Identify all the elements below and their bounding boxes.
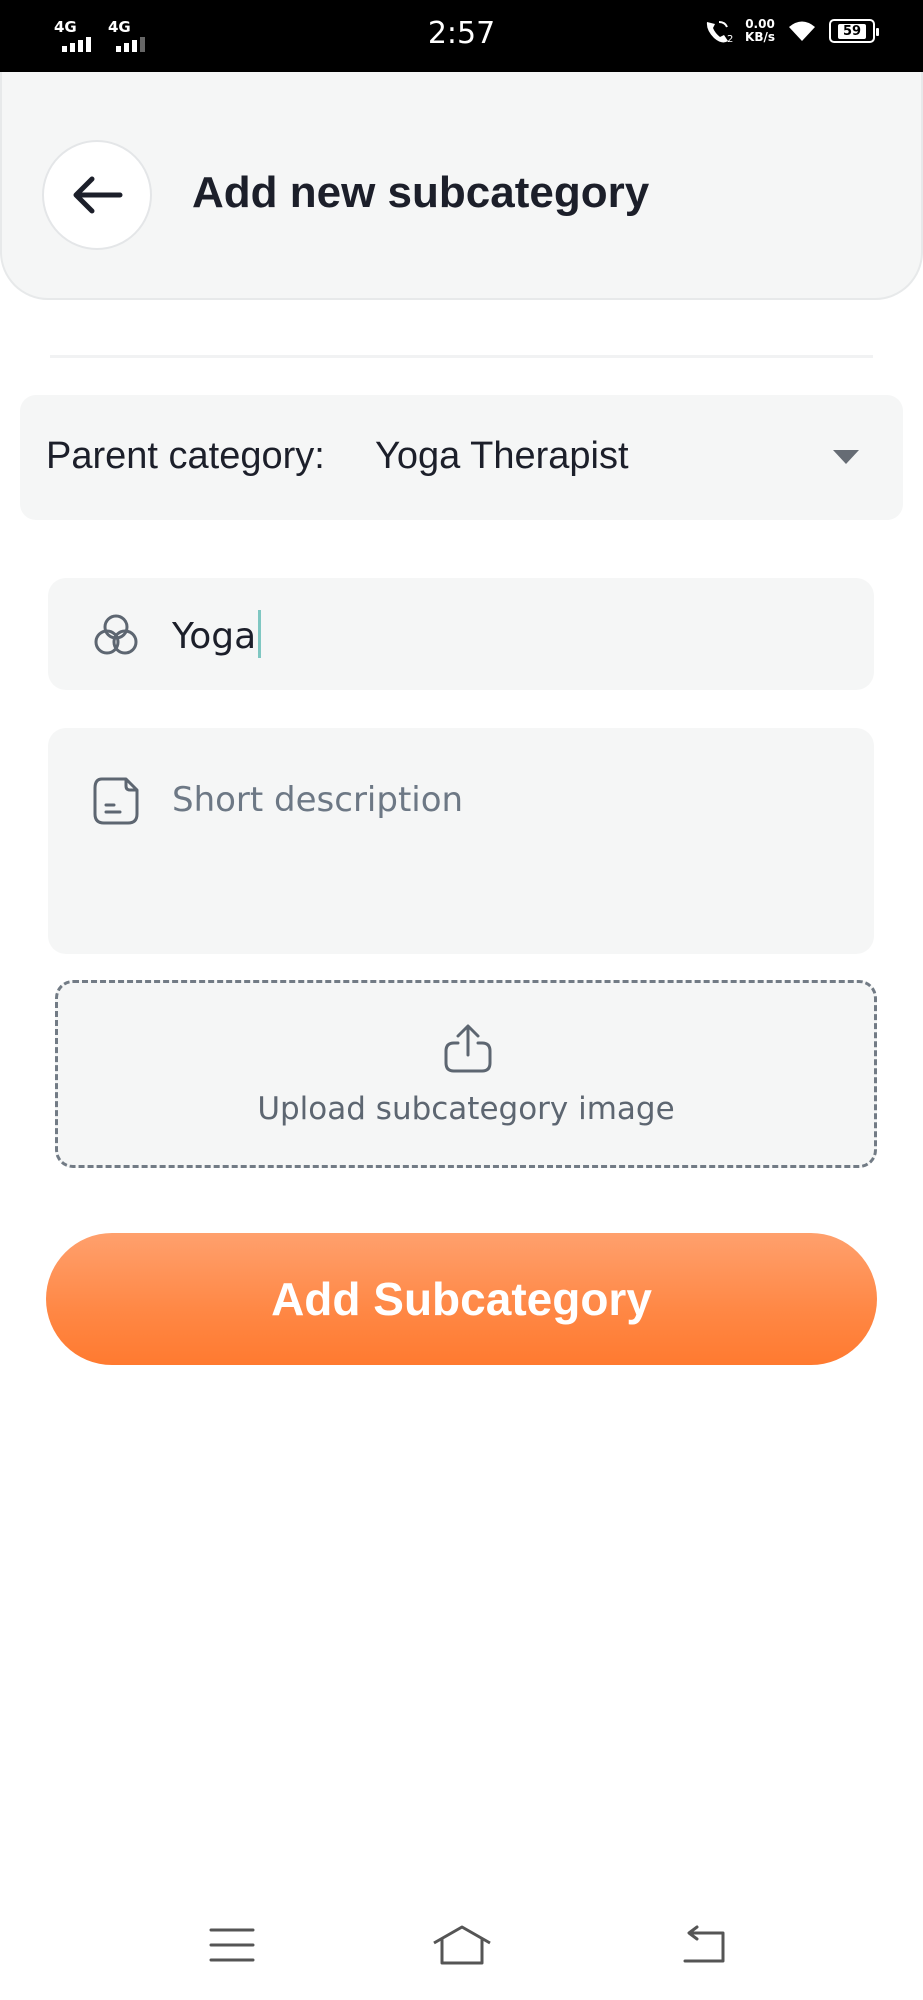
upload-image-dropzone[interactable]: Upload subcategory image bbox=[55, 980, 877, 1168]
system-nav-bar bbox=[0, 1900, 923, 2000]
parent-category-label: Parent category: bbox=[46, 435, 325, 477]
home-icon bbox=[433, 1925, 491, 1965]
text-cursor bbox=[258, 610, 262, 658]
status-bar: 4G 4G 2:57 2 0.00 KB/s 59 bbox=[0, 0, 923, 72]
add-subcategory-button[interactable]: Add Subcategory bbox=[46, 1233, 877, 1365]
network-speed: 0.00 KB/s bbox=[745, 17, 775, 44]
status-icons: 2 0.00 KB/s 59 bbox=[703, 17, 879, 44]
note-icon bbox=[93, 777, 139, 825]
subcategory-name-value: Yoga bbox=[172, 616, 257, 657]
parent-category-dropdown[interactable]: Parent category: Yoga Therapist bbox=[20, 395, 903, 520]
back-nav-icon bbox=[683, 1925, 725, 1963]
upload-label: Upload subcategory image bbox=[257, 1091, 675, 1127]
battery-icon: 59 bbox=[829, 19, 879, 43]
arrow-left-icon bbox=[73, 176, 123, 214]
chevron-down-icon bbox=[833, 450, 859, 464]
hamburger-menu-icon bbox=[209, 1928, 255, 1962]
short-description-placeholder: Short description bbox=[172, 780, 464, 820]
circles-icon bbox=[94, 614, 138, 655]
back-button[interactable] bbox=[42, 140, 152, 250]
back-nav-button[interactable] bbox=[674, 1920, 734, 1970]
volte-call-icon: 2 bbox=[706, 21, 733, 44]
divider bbox=[50, 355, 873, 358]
parent-category-value: Yoga Therapist bbox=[375, 435, 629, 477]
wifi-icon bbox=[789, 21, 815, 41]
menu-button[interactable] bbox=[202, 1920, 262, 1970]
home-button[interactable] bbox=[432, 1920, 492, 1970]
add-subcategory-label: Add Subcategory bbox=[271, 1273, 652, 1325]
page-title: Add new subcategory bbox=[192, 168, 650, 217]
subcategory-name-input[interactable]: Yoga bbox=[48, 578, 874, 690]
svg-text:2: 2 bbox=[727, 34, 733, 44]
upload-icon bbox=[444, 1024, 492, 1073]
short-description-input[interactable]: Short description bbox=[48, 728, 874, 954]
app-header: Add new subcategory bbox=[0, 72, 923, 300]
battery-level: 59 bbox=[837, 23, 867, 39]
